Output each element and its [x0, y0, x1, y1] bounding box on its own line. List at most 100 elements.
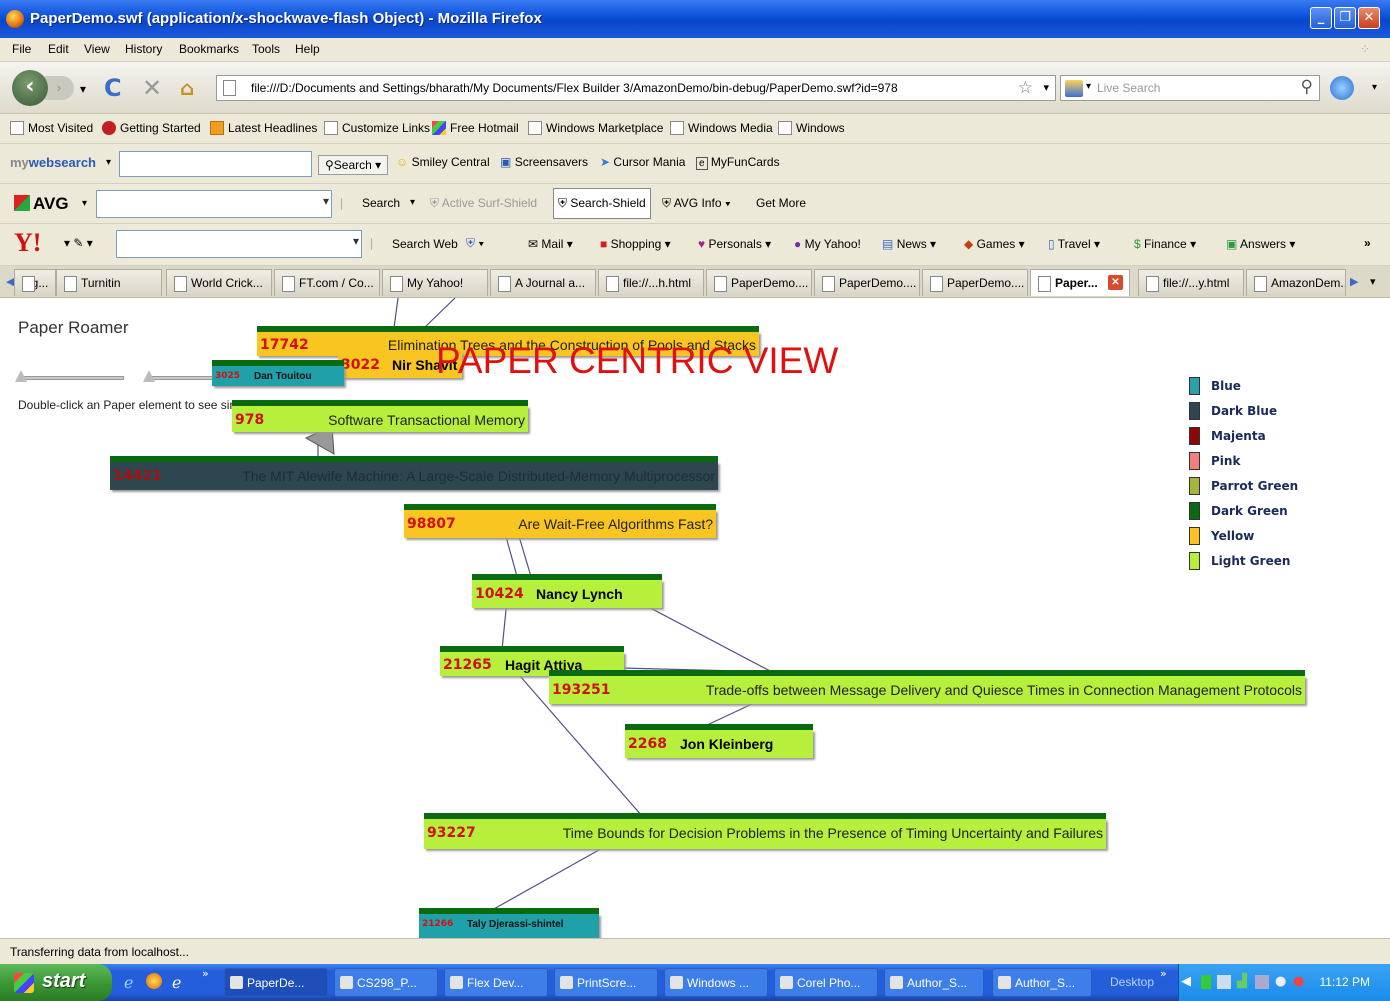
quicklaunch-chevron[interactable]: » — [202, 967, 209, 980]
desktop-chevron[interactable]: » — [1160, 967, 1167, 980]
avg-dropdown-icon[interactable]: ▾ — [82, 198, 87, 209]
tray-alert-icon[interactable]: ● — [1293, 974, 1304, 989]
taskbar-item-printscreen[interactable]: PrintScre... — [554, 968, 658, 997]
avg-info-button[interactable]: ⛨ AVG Info ▾ — [662, 196, 731, 211]
tab-paperdemo-3[interactable]: PaperDemo.... — [922, 269, 1028, 296]
tab-paper-active[interactable]: Paper... ✕ — [1030, 269, 1130, 296]
paper-node-98807[interactable]: 98807 Are Wait-Free Algorithms Fast? — [404, 504, 716, 538]
yahoo-answers-button[interactable]: ▣ Answers ▾ — [1226, 237, 1295, 251]
screensavers-link[interactable]: ▣ Screensavers — [500, 155, 588, 169]
taskbar-item-author-s-2[interactable]: Author_S... — [992, 968, 1092, 997]
yahoo-shopping-button[interactable]: ■ Shopping ▾ — [600, 237, 671, 251]
author-node-3025[interactable]: 3025 Dan Touitou — [212, 360, 344, 386]
history-dropdown-icon[interactable]: ▾ — [80, 82, 86, 96]
avg-search-input[interactable] — [96, 190, 332, 218]
stop-icon[interactable]: ✕ — [142, 74, 162, 102]
menu-history[interactable]: History — [125, 42, 162, 56]
mywebsearch-input[interactable] — [119, 151, 312, 177]
firefox-quicklaunch-icon[interactable] — [146, 973, 162, 989]
tab-turnitin[interactable]: Turnitin — [56, 269, 162, 296]
url-dropdown-icon[interactable]: ▾ — [1043, 81, 1049, 94]
bookmark-free-hotmail[interactable]: Free Hotmail — [432, 121, 519, 135]
bookmark-most-visited[interactable]: Most Visited — [10, 121, 93, 135]
mywebsearch-search-button[interactable]: ⚲Search ▾ — [318, 155, 389, 175]
forward-button[interactable]: › — [44, 76, 74, 100]
yahoo-games-button[interactable]: ◆ Games ▾ — [964, 237, 1025, 251]
zoom-slider-track[interactable] — [22, 376, 124, 380]
desktop-toolbar-label[interactable]: Desktop — [1110, 975, 1154, 989]
author-node-21266[interactable]: 21266 Taly Djerassi-shintel — [419, 908, 599, 938]
cursor-mania-link[interactable]: ➤ Cursor Mania — [600, 155, 685, 169]
paper-node-93227[interactable]: 93227 Time Bounds for Decision Problems … — [424, 813, 1106, 849]
my-yahoo-button[interactable]: ● My Yahoo! — [794, 237, 861, 251]
tray-display-icon[interactable] — [1255, 975, 1269, 989]
yahoo-finance-button[interactable]: $ Finance ▾ — [1134, 237, 1196, 251]
author-node-10424[interactable]: 10424 Nancy Lynch — [472, 574, 662, 608]
tab-paperdemo-2[interactable]: PaperDemo.... — [814, 269, 920, 296]
addon-dropdown-icon[interactable]: ▾ — [1372, 82, 1377, 93]
tab-ft-com[interactable]: FT.com / Co... — [274, 269, 380, 296]
tray-network-icon[interactable] — [1217, 975, 1231, 989]
tab-scroll-right-icon[interactable]: ▶ — [1350, 275, 1358, 288]
ie-quicklaunch-icon[interactable]: ℯ — [124, 973, 133, 992]
paper-node-978[interactable]: 978 Software Transactional Memory — [232, 400, 528, 432]
maximize-button[interactable]: ❐ — [1334, 7, 1356, 29]
yahoo-mail-button[interactable]: ✉ Mail ▾ — [528, 237, 573, 251]
avg-logo[interactable]: AVG — [14, 194, 69, 214]
paper-node-193251[interactable]: 193251 Trade-offs between Message Delive… — [549, 670, 1305, 704]
taskbar-item-paperdemo[interactable]: PaperDe... — [224, 968, 328, 997]
yahoo-shield-button[interactable]: ⛨ ▾ — [466, 236, 484, 251]
bookmark-getting-started[interactable]: Getting Started — [102, 121, 201, 135]
tab-world-cricket[interactable]: World Crick... — [166, 269, 272, 296]
yahoo-search-input[interactable] — [116, 230, 362, 258]
avg-search-button[interactable]: Search — [362, 196, 400, 210]
search-shield-button[interactable]: ⛨ Search-Shield — [553, 188, 651, 219]
reload-icon[interactable]: C — [104, 74, 122, 102]
toolbar-overflow-chevron[interactable]: » — [1364, 236, 1371, 250]
minimize-button[interactable]: _ — [1310, 7, 1332, 29]
tab-close-icon[interactable]: ✕ — [1108, 275, 1123, 290]
search-box[interactable]: ▾ Live Search ⚲ — [1060, 75, 1320, 101]
yahoo-news-button[interactable]: ▤ News ▾ — [882, 237, 936, 251]
tray-expand-icon[interactable]: ◀ — [1181, 974, 1191, 989]
ie2-quicklaunch-icon[interactable]: ℯ — [172, 973, 181, 992]
yahoo-logo[interactable]: Y! — [14, 228, 41, 258]
close-button[interactable]: ✕ — [1358, 7, 1380, 29]
menu-help[interactable]: Help — [295, 42, 320, 56]
active-surf-shield-button[interactable]: ⛨ Active Surf-Shield — [430, 196, 537, 211]
paper-node-14421[interactable]: 14421 The MIT Alewife Machine: A Large-S… — [110, 456, 718, 490]
menu-edit[interactable]: Edit — [48, 42, 69, 56]
zoom-slider-thumb[interactable] — [15, 370, 27, 382]
taskbar-item-flex-dev[interactable]: Flex Dev... — [444, 968, 548, 997]
live-search-engine-icon[interactable] — [1065, 80, 1083, 97]
bookmark-customize-links[interactable]: Customize Links — [324, 121, 430, 135]
search-magnifier-icon[interactable]: ⚲ — [1301, 77, 1313, 97]
yahoo-search-web-button[interactable]: Search Web — [392, 237, 458, 251]
tab-paperdemo-1[interactable]: PaperDemo.... — [706, 269, 812, 296]
tray-clock[interactable]: 11:12 PM — [1320, 975, 1370, 989]
taskbar-item-windows[interactable]: Windows ... — [664, 968, 768, 997]
author-node-2268[interactable]: 2268 Jon Kleinberg — [625, 724, 813, 758]
tab-my-yahoo[interactable]: My Yahoo! — [382, 269, 488, 296]
menu-tools[interactable]: Tools — [252, 42, 280, 56]
tray-chat-icon[interactable]: ● — [1275, 974, 1286, 989]
tab-amazondemo[interactable]: AmazonDem... — [1246, 269, 1346, 296]
bookmark-latest-headlines[interactable]: Latest Headlines — [210, 121, 317, 135]
smiley-central-link[interactable]: ☺ Smiley Central — [396, 155, 490, 169]
tab-file-y-html[interactable]: file://...y.html — [1138, 269, 1244, 296]
tray-signal-icon[interactable]: ▟ — [1237, 974, 1247, 989]
menu-file[interactable]: File — [12, 42, 31, 56]
tray-battery-icon[interactable] — [1201, 975, 1211, 989]
myfuncards-link[interactable]: e MyFunCards — [696, 155, 780, 170]
bookmark-windows-marketplace[interactable]: Windows Marketplace — [528, 121, 663, 135]
bookmark-windows[interactable]: Windows — [778, 121, 845, 135]
yahoo-pencil-button[interactable]: ▾ ✎ ▾ — [64, 236, 93, 250]
yahoo-travel-button[interactable]: ▯ Travel ▾ — [1048, 237, 1100, 251]
tab-file-h-html[interactable]: file://...h.html — [598, 269, 704, 296]
taskbar-item-author-s-1[interactable]: Author_S... — [884, 968, 984, 997]
taskbar-item-corel[interactable]: Corel Pho... — [774, 968, 878, 997]
url-bar[interactable]: file:///D:/Documents and Settings/bharat… — [216, 75, 1056, 101]
mywebsearch-logo[interactable]: mywebsearch — [10, 155, 96, 170]
depth-slider-thumb[interactable] — [143, 370, 155, 382]
avg-search-dropdown-icon[interactable]: ▾ — [410, 197, 415, 208]
